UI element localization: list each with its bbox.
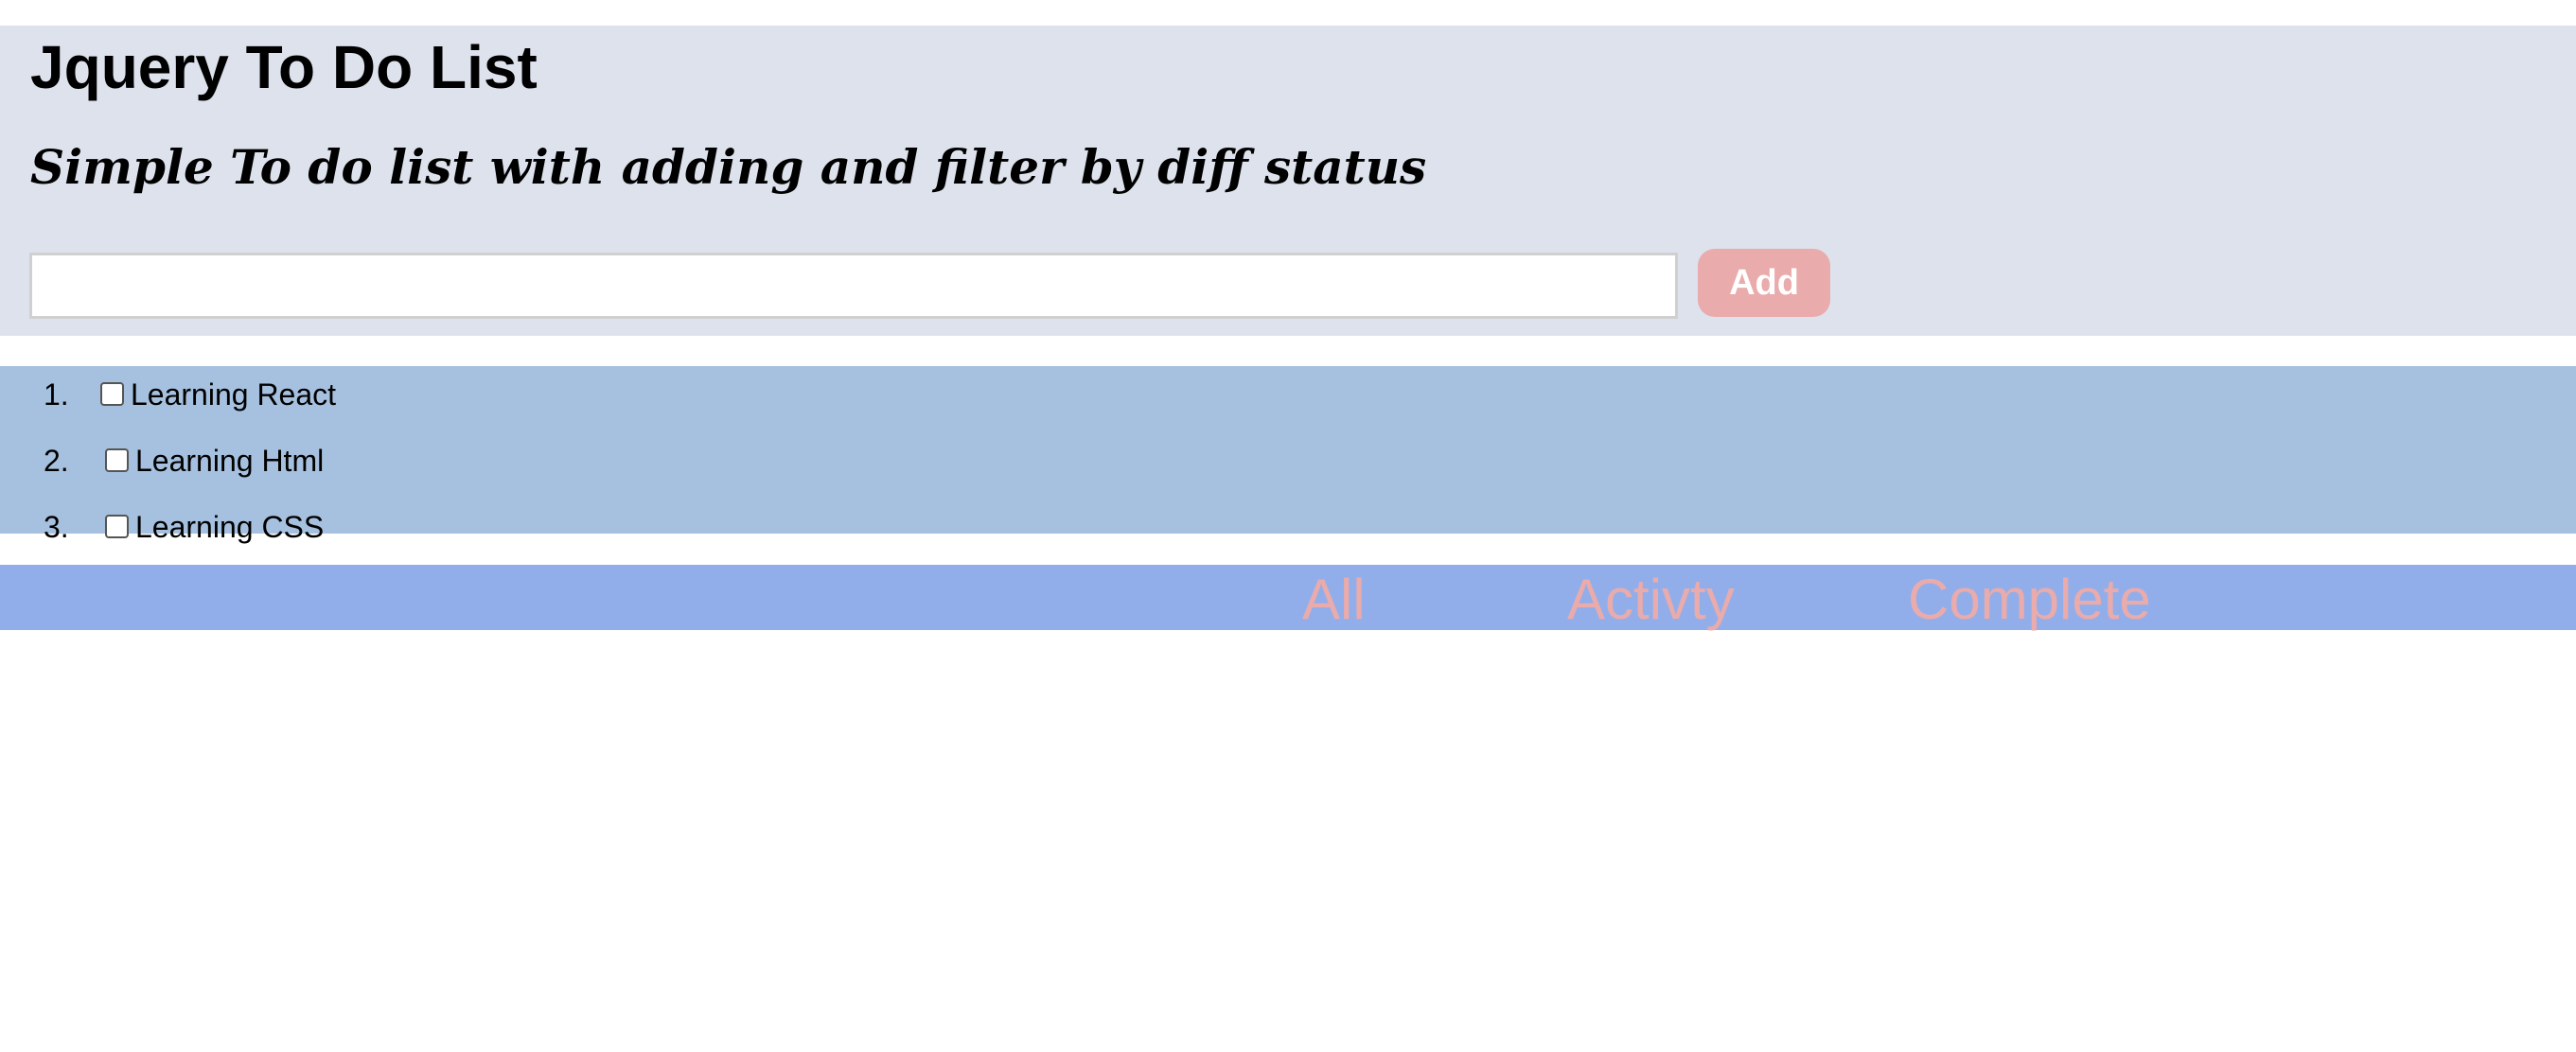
todo-list-section: 1. Learning React 2. Learning Html 3. Le… xyxy=(0,366,2576,544)
todo-label: Learning Html xyxy=(135,444,325,478)
todo-label: Learning CSS xyxy=(135,510,325,544)
page-subtitle: Simple To do list with adding and filter… xyxy=(30,139,1427,195)
todo-checkbox[interactable] xyxy=(100,382,124,406)
header-section: Jquery To Do List Simple To do list with… xyxy=(0,26,2576,336)
filter-all[interactable]: All xyxy=(1302,569,1366,631)
todo-label: Learning React xyxy=(131,377,337,412)
add-button[interactable]: Add xyxy=(1698,249,1830,317)
filter-active[interactable]: Activty xyxy=(1567,569,1735,631)
filter-bar: All Activty Complete xyxy=(0,565,2576,631)
todo-number: 3. xyxy=(44,510,69,544)
todo-checkbox[interactable] xyxy=(105,448,129,472)
page-title: Jquery To Do List xyxy=(30,33,538,101)
todo-checkbox[interactable] xyxy=(105,515,129,538)
filter-complete[interactable]: Complete xyxy=(1908,569,2151,631)
todo-number: 2. xyxy=(44,444,69,478)
new-todo-input[interactable] xyxy=(29,253,1678,319)
todo-number: 1. xyxy=(44,377,69,412)
